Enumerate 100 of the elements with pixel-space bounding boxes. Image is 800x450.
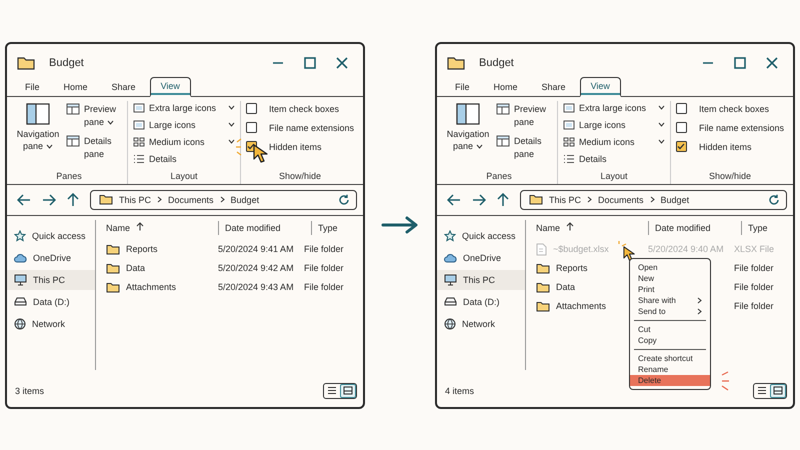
ribbon-tab[interactable]: File	[15, 78, 50, 96]
address-bar[interactable]: This PC Documents Budget	[520, 190, 787, 210]
forward-arrow-icon[interactable]	[472, 194, 486, 206]
breadcrumb[interactable]: This PC	[549, 194, 582, 204]
ribbon-tab[interactable]: View	[150, 77, 191, 97]
refresh-icon[interactable]	[338, 194, 350, 206]
chevron-down-icon	[46, 144, 54, 149]
layout-option[interactable]: Medium icons	[149, 136, 221, 146]
layout-option[interactable]: Medium icons	[579, 136, 651, 146]
pane-button[interactable]: Details pane	[84, 134, 122, 161]
sidebar-item[interactable]: Quick access	[437, 226, 525, 246]
forward-arrow-icon[interactable]	[42, 194, 56, 206]
sidebar-item[interactable]: Data (D:)	[7, 292, 95, 310]
breadcrumb[interactable]: Documents	[598, 194, 644, 204]
menu-item[interactable]: New	[630, 272, 710, 284]
pane-button[interactable]: Preview pane	[514, 102, 552, 129]
maximize-icon[interactable]	[733, 56, 747, 70]
checkbox-label: Hidden items	[256, 142, 322, 152]
sidebar-item[interactable]: OneDrive	[437, 248, 525, 266]
checkbox[interactable]	[676, 103, 687, 114]
file-name[interactable]: Attachments	[556, 301, 606, 311]
breadcrumb[interactable]: Budget	[230, 194, 260, 204]
breadcrumb[interactable]: This PC	[119, 194, 152, 204]
pane-button[interactable]: Preview pane	[84, 102, 122, 129]
navigation-pane-button[interactable]: Navigation pane	[446, 128, 490, 152]
ribbon-tab[interactable]: Share	[102, 78, 146, 96]
group-label: Panes	[485, 170, 513, 182]
preview-view-icon	[343, 386, 353, 395]
cloud-icon	[444, 252, 457, 262]
menu-item[interactable]: Cut	[630, 324, 710, 334]
back-arrow-icon[interactable]	[447, 194, 461, 206]
folder-icon	[106, 282, 120, 292]
type-cell: File folder	[734, 301, 774, 311]
menu-item[interactable]: Copy	[630, 334, 710, 346]
layout-option[interactable]: Details	[579, 154, 665, 164]
file-name[interactable]: Attachments	[126, 282, 176, 292]
sidebar-item[interactable]: Network	[437, 314, 525, 334]
date-cell: 5/20/2024 9:40 AM	[648, 244, 724, 254]
layout-option[interactable]: Details	[149, 154, 235, 164]
layout-option[interactable]: Large icons	[149, 120, 221, 130]
window-title: Budget	[49, 56, 84, 68]
ribbon-tab[interactable]: File	[445, 78, 480, 96]
breadcrumb[interactable]: Documents	[168, 194, 214, 204]
type-cell: File folder	[304, 282, 344, 292]
preview-view-icon	[773, 386, 783, 395]
menu-item[interactable]: Print	[630, 284, 710, 294]
up-arrow-icon[interactable]	[497, 192, 509, 206]
globe-icon	[444, 318, 456, 330]
back-arrow-icon[interactable]	[17, 194, 31, 206]
sidebar-item[interactable]: Data (D:)	[437, 292, 525, 310]
checkbox[interactable]	[676, 122, 687, 133]
chevron-down-icon	[476, 144, 484, 149]
sidebar-item[interactable]: Quick access	[7, 226, 95, 246]
column-header[interactable]: Date modified	[225, 222, 281, 232]
tiles-view-button[interactable]	[340, 384, 356, 398]
menu-item[interactable]: Open	[630, 262, 710, 272]
ribbon-tab[interactable]: View	[580, 77, 621, 97]
layout-option[interactable]: Extra large icons	[149, 102, 221, 112]
address-bar[interactable]: This PC Documents Budget	[90, 190, 357, 210]
tiles-view-button[interactable]	[770, 384, 786, 398]
chevron-right-icon	[157, 196, 162, 203]
menu-item[interactable]: Rename	[630, 364, 710, 374]
drive-icon	[444, 297, 457, 306]
column-header[interactable]: Type	[748, 222, 768, 232]
layout-option[interactable]: Extra large icons	[579, 102, 651, 112]
navigation-pane-button[interactable]: Navigation pane	[16, 128, 60, 152]
column-header[interactable]: Name	[536, 222, 574, 233]
ribbon-tab[interactable]: Share	[532, 78, 576, 96]
menu-item[interactable]: Create shortcut	[630, 352, 710, 364]
menu-item[interactable]: Share with	[630, 294, 710, 306]
menu-item[interactable]: Send to	[630, 306, 710, 316]
checkbox[interactable]	[246, 122, 257, 133]
ribbon-tab[interactable]: Home	[54, 78, 98, 96]
breadcrumb[interactable]: Budget	[660, 194, 690, 204]
refresh-icon[interactable]	[768, 194, 780, 206]
layout-option[interactable]: Large icons	[579, 120, 651, 130]
up-arrow-icon[interactable]	[67, 192, 79, 206]
checkbox[interactable]	[246, 103, 257, 114]
checkbox[interactable]	[676, 141, 687, 152]
chevron-right-icon	[220, 196, 225, 203]
ribbon-tab[interactable]: Home	[484, 78, 528, 96]
column-header[interactable]: Name	[106, 222, 144, 233]
file-name[interactable]: Data	[126, 263, 146, 273]
checkbox-label: Hidden items	[698, 142, 752, 152]
close-icon[interactable]	[335, 56, 349, 70]
sidebar-item[interactable]: OneDrive	[7, 248, 95, 266]
sidebar-item[interactable]: This PC	[7, 270, 95, 290]
column-header[interactable]: Type	[318, 222, 338, 232]
file-name[interactable]: Reports	[556, 263, 588, 273]
maximize-icon[interactable]	[303, 56, 317, 70]
file-name[interactable]: Reports	[126, 244, 158, 254]
pane-button[interactable]: Details pane	[514, 134, 552, 161]
sort-up-arrow-icon	[566, 222, 574, 231]
file-name[interactable]: Data	[556, 282, 576, 292]
sidebar-item[interactable]: Network	[7, 314, 95, 334]
folder-icon	[529, 194, 543, 205]
chevron-down-icon	[658, 105, 665, 110]
close-icon[interactable]	[765, 56, 779, 70]
column-header[interactable]: Date modified	[655, 222, 711, 232]
sidebar-item[interactable]: This PC	[437, 270, 525, 290]
